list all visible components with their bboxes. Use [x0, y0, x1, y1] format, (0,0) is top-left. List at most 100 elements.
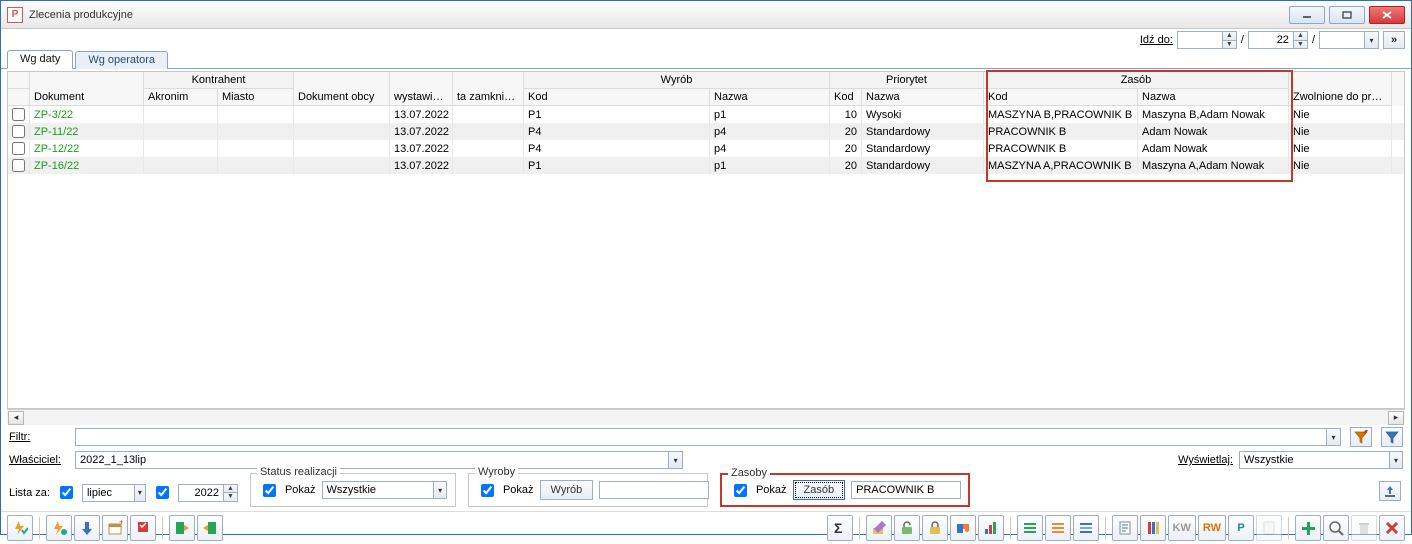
spinner-up-icon[interactable]: ▲	[1294, 32, 1307, 41]
filter-build-button[interactable]	[1381, 427, 1403, 447]
month-select[interactable]: ▾	[82, 484, 146, 502]
chart-button[interactable]	[978, 515, 1004, 541]
doc-link[interactable]: ZP-3/22	[34, 109, 73, 121]
col-miasto[interactable]: Miasto	[218, 89, 294, 106]
listfor-year-check[interactable]	[156, 486, 169, 499]
status-select[interactable]: ▾	[322, 481, 447, 499]
goto-year-input[interactable]	[1320, 32, 1364, 48]
puzzle-button[interactable]	[950, 515, 976, 541]
calendar-add-button[interactable]: +	[102, 515, 128, 541]
wyrob-value[interactable]	[599, 481, 709, 499]
chevron-down-icon[interactable]: ▾	[1326, 429, 1340, 445]
owner-input[interactable]	[76, 452, 668, 468]
col-priorytet-nazwa[interactable]: Nazwa	[862, 89, 984, 106]
spinner-down-icon[interactable]: ▼	[224, 493, 237, 501]
col-wyrob-nazwa[interactable]: Nazwa	[710, 89, 830, 106]
filter-input[interactable]	[76, 429, 1326, 445]
year-spinner[interactable]: ▲▼	[178, 484, 238, 502]
col-zwolnione[interactable]: Zwolnione do produk	[1289, 89, 1392, 106]
spinner-up-icon[interactable]: ▲	[1223, 32, 1236, 41]
lock-open-button[interactable]	[894, 515, 920, 541]
add-button[interactable]	[1295, 515, 1321, 541]
col-kontrahent-group[interactable]: Kontrahent	[144, 72, 294, 89]
row-check[interactable]	[8, 140, 30, 157]
doc-link[interactable]: ZP-11/22	[34, 126, 78, 138]
upload-button[interactable]	[1379, 481, 1401, 501]
listfor-month-check[interactable]	[60, 486, 73, 499]
goto-day-input[interactable]	[1178, 32, 1222, 48]
thunder-accept-button[interactable]	[7, 515, 33, 541]
list-blue-button[interactable]	[1073, 515, 1099, 541]
spinner-down-icon[interactable]: ▼	[1223, 41, 1236, 49]
door-in-button[interactable]	[169, 515, 195, 541]
goto-go-button[interactable]: »	[1383, 31, 1405, 49]
status-input[interactable]	[323, 482, 434, 498]
columns-button[interactable]	[1140, 515, 1166, 541]
scroll-left-icon[interactable]: ◂	[8, 411, 24, 425]
row-check[interactable]	[8, 157, 30, 174]
status-pokaz-check[interactable]	[263, 484, 276, 497]
month-input[interactable]	[83, 485, 134, 501]
col-akronim[interactable]: Akronim	[144, 89, 218, 106]
lock-closed-button[interactable]	[922, 515, 948, 541]
col-zasob-kod[interactable]: Kod	[984, 89, 1138, 106]
owner-select[interactable]: ▾	[75, 451, 683, 469]
chevron-down-icon[interactable]: ▾	[668, 452, 682, 468]
goto-num-input[interactable]	[1249, 32, 1293, 48]
thunder-green-button[interactable]	[46, 515, 72, 541]
table-row[interactable]: ZP-16/2213.07.2022P1p120StandardowyMASZY…	[8, 157, 1404, 174]
door-out-button[interactable]	[197, 515, 223, 541]
close-button[interactable]	[1369, 6, 1405, 24]
chevron-down-icon[interactable]: ▾	[433, 482, 446, 498]
table-row[interactable]: ZP-11/2213.07.2022P4p420StandardowyPRACO…	[8, 123, 1404, 140]
zasob-value[interactable]	[851, 481, 961, 499]
minimize-button[interactable]	[1289, 6, 1325, 24]
p-teal-button[interactable]: P	[1228, 515, 1254, 541]
scroll-right-icon[interactable]: ▸	[1388, 411, 1404, 425]
zasoby-pokaz-check[interactable]	[734, 484, 747, 497]
wyrob-button[interactable]: Wyrób	[540, 480, 594, 500]
row-check[interactable]	[8, 106, 30, 123]
spinner-down-icon[interactable]: ▼	[1294, 41, 1307, 49]
report-button[interactable]	[1112, 515, 1138, 541]
filter-select[interactable]: ▾	[75, 428, 1341, 446]
h-scrollbar[interactable]: ◂ ▸	[7, 409, 1405, 425]
col-wyrob-kod[interactable]: Kod	[524, 89, 710, 106]
col-dokument[interactable]: Dokument	[30, 89, 144, 106]
col-priorytet-group[interactable]: Priorytet	[830, 72, 984, 89]
doc-link[interactable]: ZP-16/22	[34, 160, 79, 172]
year-input[interactable]	[179, 485, 223, 501]
filter-funnel-button[interactable]	[1350, 427, 1372, 447]
tab-by-date[interactable]: Wg daty	[7, 50, 73, 69]
col-zamkniecia[interactable]: ta zamknięcia	[453, 89, 524, 106]
display-select[interactable]: ▾	[1239, 451, 1403, 469]
kw-grey-button[interactable]: KW	[1168, 515, 1196, 541]
chevron-down-icon[interactable]: ▾	[1389, 452, 1402, 468]
arrow-down-blue-button[interactable]	[74, 515, 100, 541]
col-zasob-group[interactable]: Zasób	[984, 72, 1289, 89]
table-row[interactable]: ZP-3/2213.07.2022P1p110WysokiMASZYNA B,P…	[8, 106, 1404, 123]
tab-by-operator[interactable]: Wg operatora	[75, 51, 168, 69]
wizard-button[interactable]	[866, 515, 892, 541]
table-row[interactable]: ZP-12/2213.07.2022P4p420StandardowyPRACO…	[8, 140, 1404, 157]
col-wyrob-group[interactable]: Wyrób	[524, 72, 830, 89]
col-priorytet-kod[interactable]: Kod	[830, 89, 862, 106]
col-wystawienia[interactable]: wystawienia	[390, 89, 453, 106]
chevron-down-icon[interactable]: ▾	[1364, 32, 1378, 48]
zoom-button[interactable]	[1323, 515, 1349, 541]
rw-orange-button[interactable]: RW	[1198, 515, 1226, 541]
zasob-button[interactable]: Zasób	[793, 480, 846, 500]
doc-link[interactable]: ZP-12/22	[34, 143, 79, 155]
flag-red-button[interactable]	[130, 515, 156, 541]
wyroby-pokaz-check[interactable]	[481, 484, 494, 497]
goto-num-spinner[interactable]: ▲▼	[1248, 31, 1308, 49]
goto-year-select[interactable]: ▾	[1319, 31, 1379, 49]
row-check[interactable]	[8, 123, 30, 140]
sum-button[interactable]: Σ	[827, 515, 853, 541]
spinner-up-icon[interactable]: ▲	[224, 485, 237, 494]
chevron-down-icon[interactable]: ▾	[134, 485, 145, 501]
list-green-button[interactable]	[1017, 515, 1043, 541]
goto-day-spinner[interactable]: ▲▼	[1177, 31, 1237, 49]
maximize-button[interactable]	[1329, 6, 1365, 24]
col-dokument-obcy[interactable]: Dokument obcy	[294, 89, 390, 106]
